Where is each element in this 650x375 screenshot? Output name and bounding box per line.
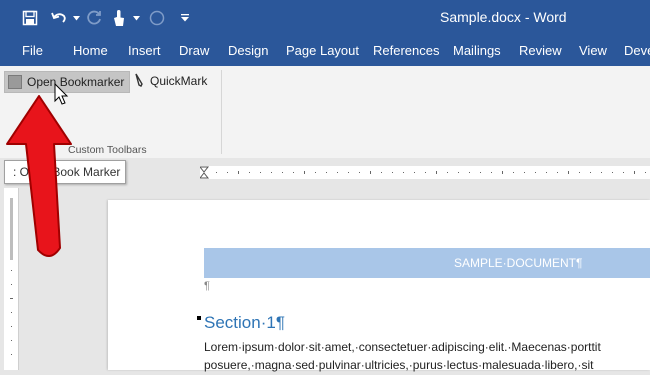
touch-mode-icon[interactable] (108, 0, 130, 36)
tab-mailings[interactable]: Mailings (453, 43, 501, 58)
redo-icon[interactable] (84, 0, 106, 36)
tab-page-layout[interactable]: Page Layout (286, 43, 359, 58)
quickmark-label: QuickMark (150, 74, 208, 88)
tab-home[interactable]: Home (73, 43, 108, 58)
customize-qat-icon[interactable] (178, 0, 192, 36)
tab-review[interactable]: Review (519, 43, 562, 58)
tab-view[interactable]: View (579, 43, 607, 58)
window-title: Sample.docx - Word (440, 9, 567, 25)
heading-bullet-mark (197, 316, 201, 320)
vertical-ruler[interactable] (4, 188, 19, 370)
document-header-text: SAMPLE·DOCUMENT¶ (454, 256, 583, 270)
tab-draw[interactable]: Draw (179, 43, 209, 58)
circle-icon[interactable] (146, 0, 168, 36)
tab-developer[interactable]: Deve (624, 43, 650, 58)
touch-dropdown-icon[interactable] (130, 0, 142, 36)
tab-references[interactable]: References (373, 43, 439, 58)
tab-insert[interactable]: Insert (128, 43, 161, 58)
open-bookmarker-tooltip: : Open Book Marker (4, 160, 127, 184)
tab-design[interactable]: Design (228, 43, 268, 58)
horizontal-ruler[interactable] (198, 166, 650, 179)
custom-toolbars-group-label: Custom Toolbars (68, 144, 147, 156)
document-page[interactable]: SAMPLE·DOCUMENT¶ ¶ Section·1¶ Lorem·ipsu… (108, 200, 650, 372)
title-bar: Sample.docx - Word (0, 0, 650, 36)
undo-icon[interactable] (48, 0, 70, 36)
body-text-line: Lorem·ipsum·dolor·sit·amet,·consectetuer… (204, 340, 601, 354)
bookmark-icon (8, 75, 22, 89)
open-bookmarker-label: Open Bookmarker (27, 75, 125, 89)
quickmark-button[interactable]: QuickMark (134, 71, 207, 91)
pencil-icon (134, 73, 144, 90)
save-icon[interactable] (16, 0, 44, 36)
ribbon: Open Bookmarker QuickMark Custom Toolbar… (0, 66, 650, 159)
empty-paragraph-mark: ¶ (204, 280, 210, 292)
ribbon-tab-bar: File Home Insert Draw Design Page Layout… (0, 36, 650, 66)
undo-dropdown-icon[interactable] (70, 0, 82, 36)
group-separator (221, 70, 222, 154)
tab-file[interactable]: File (22, 43, 43, 58)
tooltip-text: : Open Book Marker (13, 165, 121, 179)
open-bookmarker-button[interactable]: Open Bookmarker (4, 71, 130, 93)
document-header-band: SAMPLE·DOCUMENT¶ (204, 248, 650, 278)
section-heading: Section·1¶ (204, 313, 285, 332)
